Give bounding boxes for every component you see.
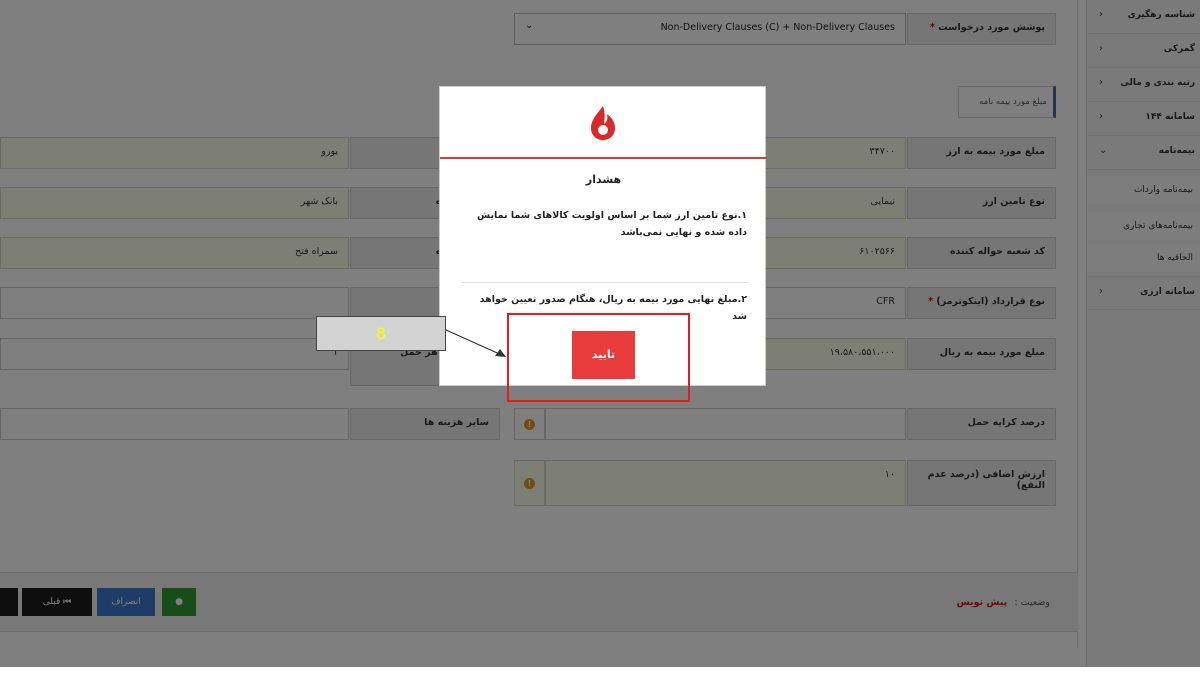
highlight-box: [507, 313, 690, 402]
brand-logo-icon: [591, 106, 615, 140]
bottom-strip: [0, 667, 1200, 675]
screen: * پوشش مورد درخواست ⌄ Non-Delivery Claus…: [0, 0, 1200, 667]
step-callout: 8: [316, 316, 446, 351]
divider: [462, 282, 747, 283]
modal-title: هشدار: [585, 173, 622, 186]
modal-header: [440, 87, 767, 159]
arrow-icon: [445, 329, 506, 357]
modal-message-1: ۱.نوع تامین ارز شما بر اساس اولویت کالاه…: [477, 210, 747, 238]
